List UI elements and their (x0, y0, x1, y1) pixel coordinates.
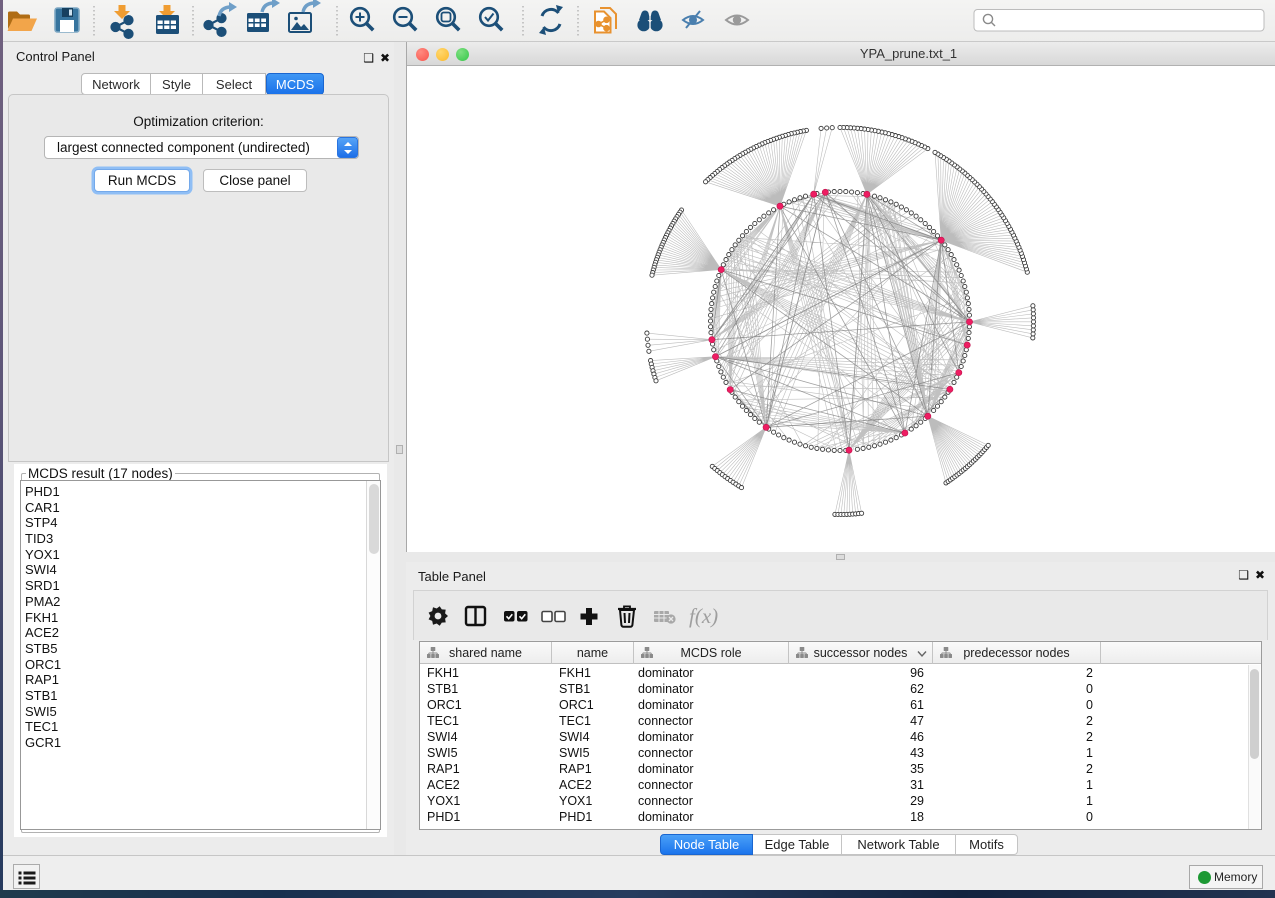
svg-text:f(x): f(x) (689, 604, 718, 628)
